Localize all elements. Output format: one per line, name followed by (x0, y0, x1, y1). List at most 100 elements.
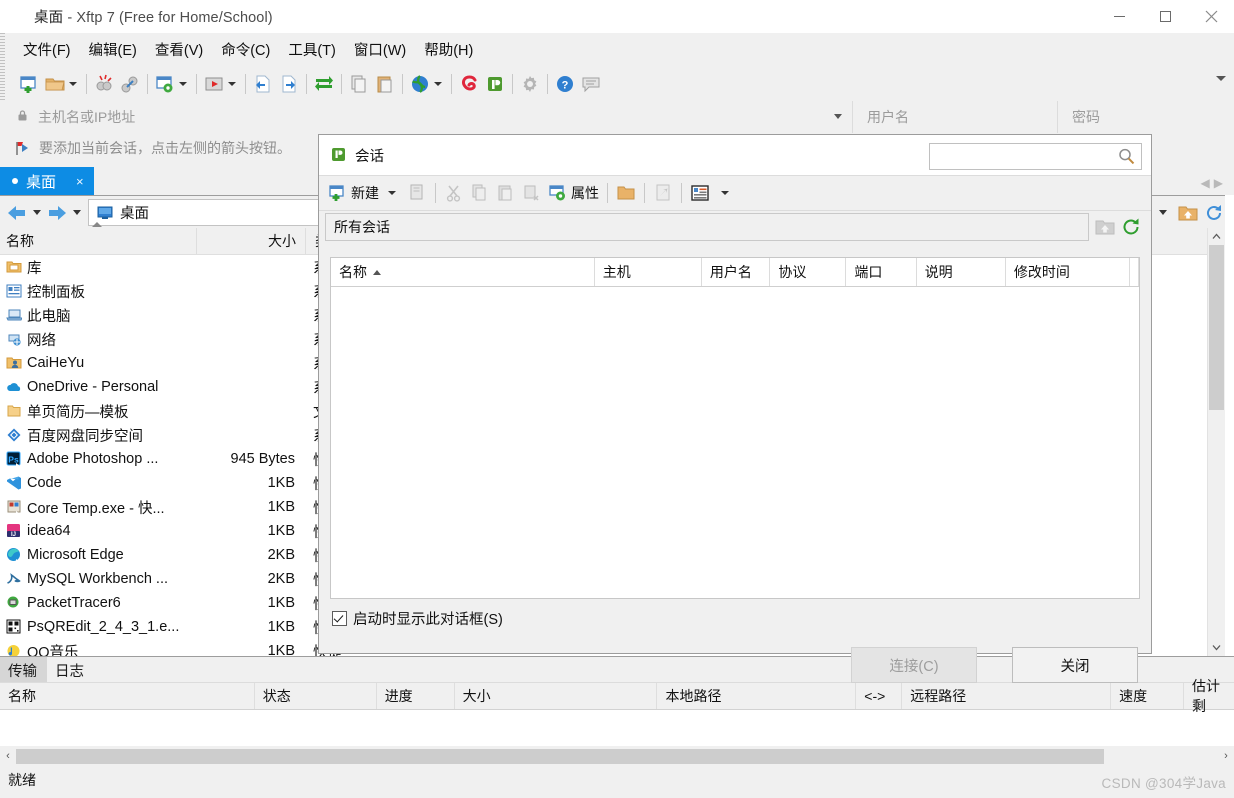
copy-icon[interactable] (346, 71, 372, 97)
red-flag-icon[interactable] (14, 140, 31, 157)
tab-desktop[interactable]: 桌面 × (0, 167, 94, 195)
minimize-button[interactable] (1096, 0, 1142, 33)
paste-button[interactable] (493, 180, 519, 206)
properties-button[interactable]: 属性 (545, 180, 602, 206)
session-search-input[interactable] (929, 143, 1142, 170)
help-icon[interactable]: ? (552, 71, 578, 97)
new-session-button[interactable]: 新建 (325, 180, 382, 206)
username-input[interactable]: 用户名 (853, 101, 1058, 133)
transfer-column-eta[interactable]: 估计剩 (1183, 678, 1234, 714)
transfer-column-local-path[interactable]: 本地路径 (656, 683, 855, 709)
menu-edit[interactable]: 编辑(E) (80, 36, 146, 63)
session-column-host[interactable]: 主机 (595, 258, 702, 286)
session-column-protocol[interactable]: 协议 (770, 258, 847, 286)
globe-dropdown-icon[interactable] (434, 81, 442, 86)
feedback-icon[interactable] (578, 71, 604, 97)
menu-file[interactable]: 文件(F) (14, 36, 80, 63)
transfer-right-icon[interactable] (276, 71, 302, 97)
tab-close-icon[interactable]: × (76, 174, 84, 189)
open-folder-dropdown-icon[interactable] (69, 81, 77, 86)
path-dropdown-icon[interactable] (1159, 210, 1167, 215)
view-mode-button[interactable] (687, 180, 713, 206)
session-properties-dropdown-icon[interactable] (179, 81, 187, 86)
column-header-size[interactable]: 大小 (196, 228, 305, 254)
folder-up-icon[interactable] (1178, 203, 1198, 223)
run-icon[interactable] (201, 71, 227, 97)
show-dialog-on-startup-checkbox[interactable]: 启动时显示此对话框(S) (332, 608, 503, 629)
toolbar-overflow-chevron[interactable] (1216, 76, 1226, 81)
forward-dropdown-icon[interactable] (73, 210, 81, 215)
close-button[interactable] (1188, 0, 1234, 33)
menu-command[interactable]: 命令(C) (212, 36, 279, 63)
transfer-column-direction[interactable]: <-> (855, 683, 901, 709)
refresh-icon[interactable] (1204, 203, 1224, 223)
refresh-icon[interactable] (1121, 217, 1141, 237)
host-input[interactable]: 主机名或IP地址 (0, 101, 853, 133)
session-column-username[interactable]: 用户名 (702, 258, 771, 286)
scroll-up-arrow-icon[interactable] (1208, 228, 1225, 245)
transfer-horizontal-scrollbar[interactable]: ‹ › (0, 746, 1234, 766)
search-icon[interactable] (1117, 147, 1136, 166)
tab-log[interactable]: 日志 (47, 657, 94, 682)
disconnect-icon[interactable] (91, 71, 117, 97)
session-column-name[interactable]: 名称 (331, 258, 595, 286)
open-folder-icon[interactable] (42, 71, 68, 97)
session-properties-icon[interactable] (152, 71, 178, 97)
tab-transfer[interactable]: 传输 (0, 657, 47, 682)
password-input[interactable]: 密码 (1058, 101, 1234, 133)
network-icon (6, 331, 22, 347)
menu-window[interactable]: 窗口(W) (345, 36, 415, 63)
back-dropdown-icon[interactable] (33, 210, 41, 215)
view-mode-dropdown-icon[interactable] (721, 191, 729, 195)
menu-help[interactable]: 帮助(H) (415, 36, 482, 63)
create-shortcut-button[interactable] (650, 180, 676, 206)
session-folder-path[interactable]: 所有会话 (325, 213, 1089, 241)
xshell-icon[interactable] (456, 71, 482, 97)
new-session-dropdown-icon[interactable] (388, 191, 396, 195)
transfer-column-remote-path[interactable]: 远程路径 (901, 683, 1110, 709)
maximize-button[interactable] (1142, 0, 1188, 33)
tab-scroll-left-icon[interactable]: ◀ (1201, 176, 1210, 190)
link-icon[interactable] (117, 71, 143, 97)
session-column-port[interactable]: 端口 (846, 258, 917, 286)
paste-icon[interactable] (372, 71, 398, 97)
transfer-column-speed[interactable]: 速度 (1110, 683, 1183, 709)
transfer-column-size[interactable]: 大小 (453, 683, 657, 709)
transfer-left-icon[interactable] (250, 71, 276, 97)
menu-view[interactable]: 查看(V) (146, 36, 212, 63)
menu-tools[interactable]: 工具(T) (279, 36, 345, 63)
checkbox-box[interactable] (332, 611, 347, 626)
column-header-name[interactable]: 名称 (0, 231, 196, 251)
close-dialog-button[interactable]: 关闭 (1012, 647, 1138, 683)
new-session-icon[interactable] (16, 71, 42, 97)
transfer-column-status[interactable]: 状态 (253, 683, 376, 709)
delete-button[interactable] (519, 180, 545, 206)
xftp-icon[interactable] (482, 71, 508, 97)
arrow-forward-icon[interactable] (46, 202, 68, 224)
session-column-modified[interactable]: 修改时间 (1006, 258, 1131, 286)
host-dropdown-icon[interactable] (834, 114, 842, 119)
folder-up-icon[interactable] (1095, 217, 1115, 237)
copy-button[interactable] (467, 180, 493, 206)
scroll-down-arrow-icon[interactable] (1208, 639, 1225, 656)
tab-scroll-right-icon[interactable]: ▶ (1214, 176, 1223, 190)
scrollbar-thumb[interactable] (16, 748, 1104, 764)
connect-button[interactable]: 连接(C) (851, 647, 977, 683)
run-dropdown-icon[interactable] (228, 81, 236, 86)
scroll-right-arrow-icon[interactable]: › (1218, 750, 1234, 762)
open-session-button[interactable] (404, 180, 430, 206)
new-folder-button[interactable] (613, 180, 639, 206)
file-list-vertical-scrollbar[interactable] (1207, 228, 1225, 656)
session-list[interactable]: 名称 主机 用户名 协议 端口 说明 修改时间 (330, 257, 1140, 599)
scrollbar-track[interactable] (16, 748, 1218, 764)
transfer-column-name[interactable]: 名称 (0, 683, 254, 709)
settings-gear-icon[interactable] (517, 71, 543, 97)
session-column-comment[interactable]: 说明 (917, 258, 1006, 286)
scroll-left-arrow-icon[interactable]: ‹ (0, 750, 16, 762)
cut-button[interactable] (441, 180, 467, 206)
globe-icon[interactable] (407, 71, 433, 97)
scrollbar-thumb[interactable] (1209, 245, 1224, 410)
arrow-back-icon[interactable] (6, 202, 28, 224)
transfer-column-progress[interactable]: 进度 (375, 683, 454, 709)
sync-icon[interactable] (311, 71, 337, 97)
